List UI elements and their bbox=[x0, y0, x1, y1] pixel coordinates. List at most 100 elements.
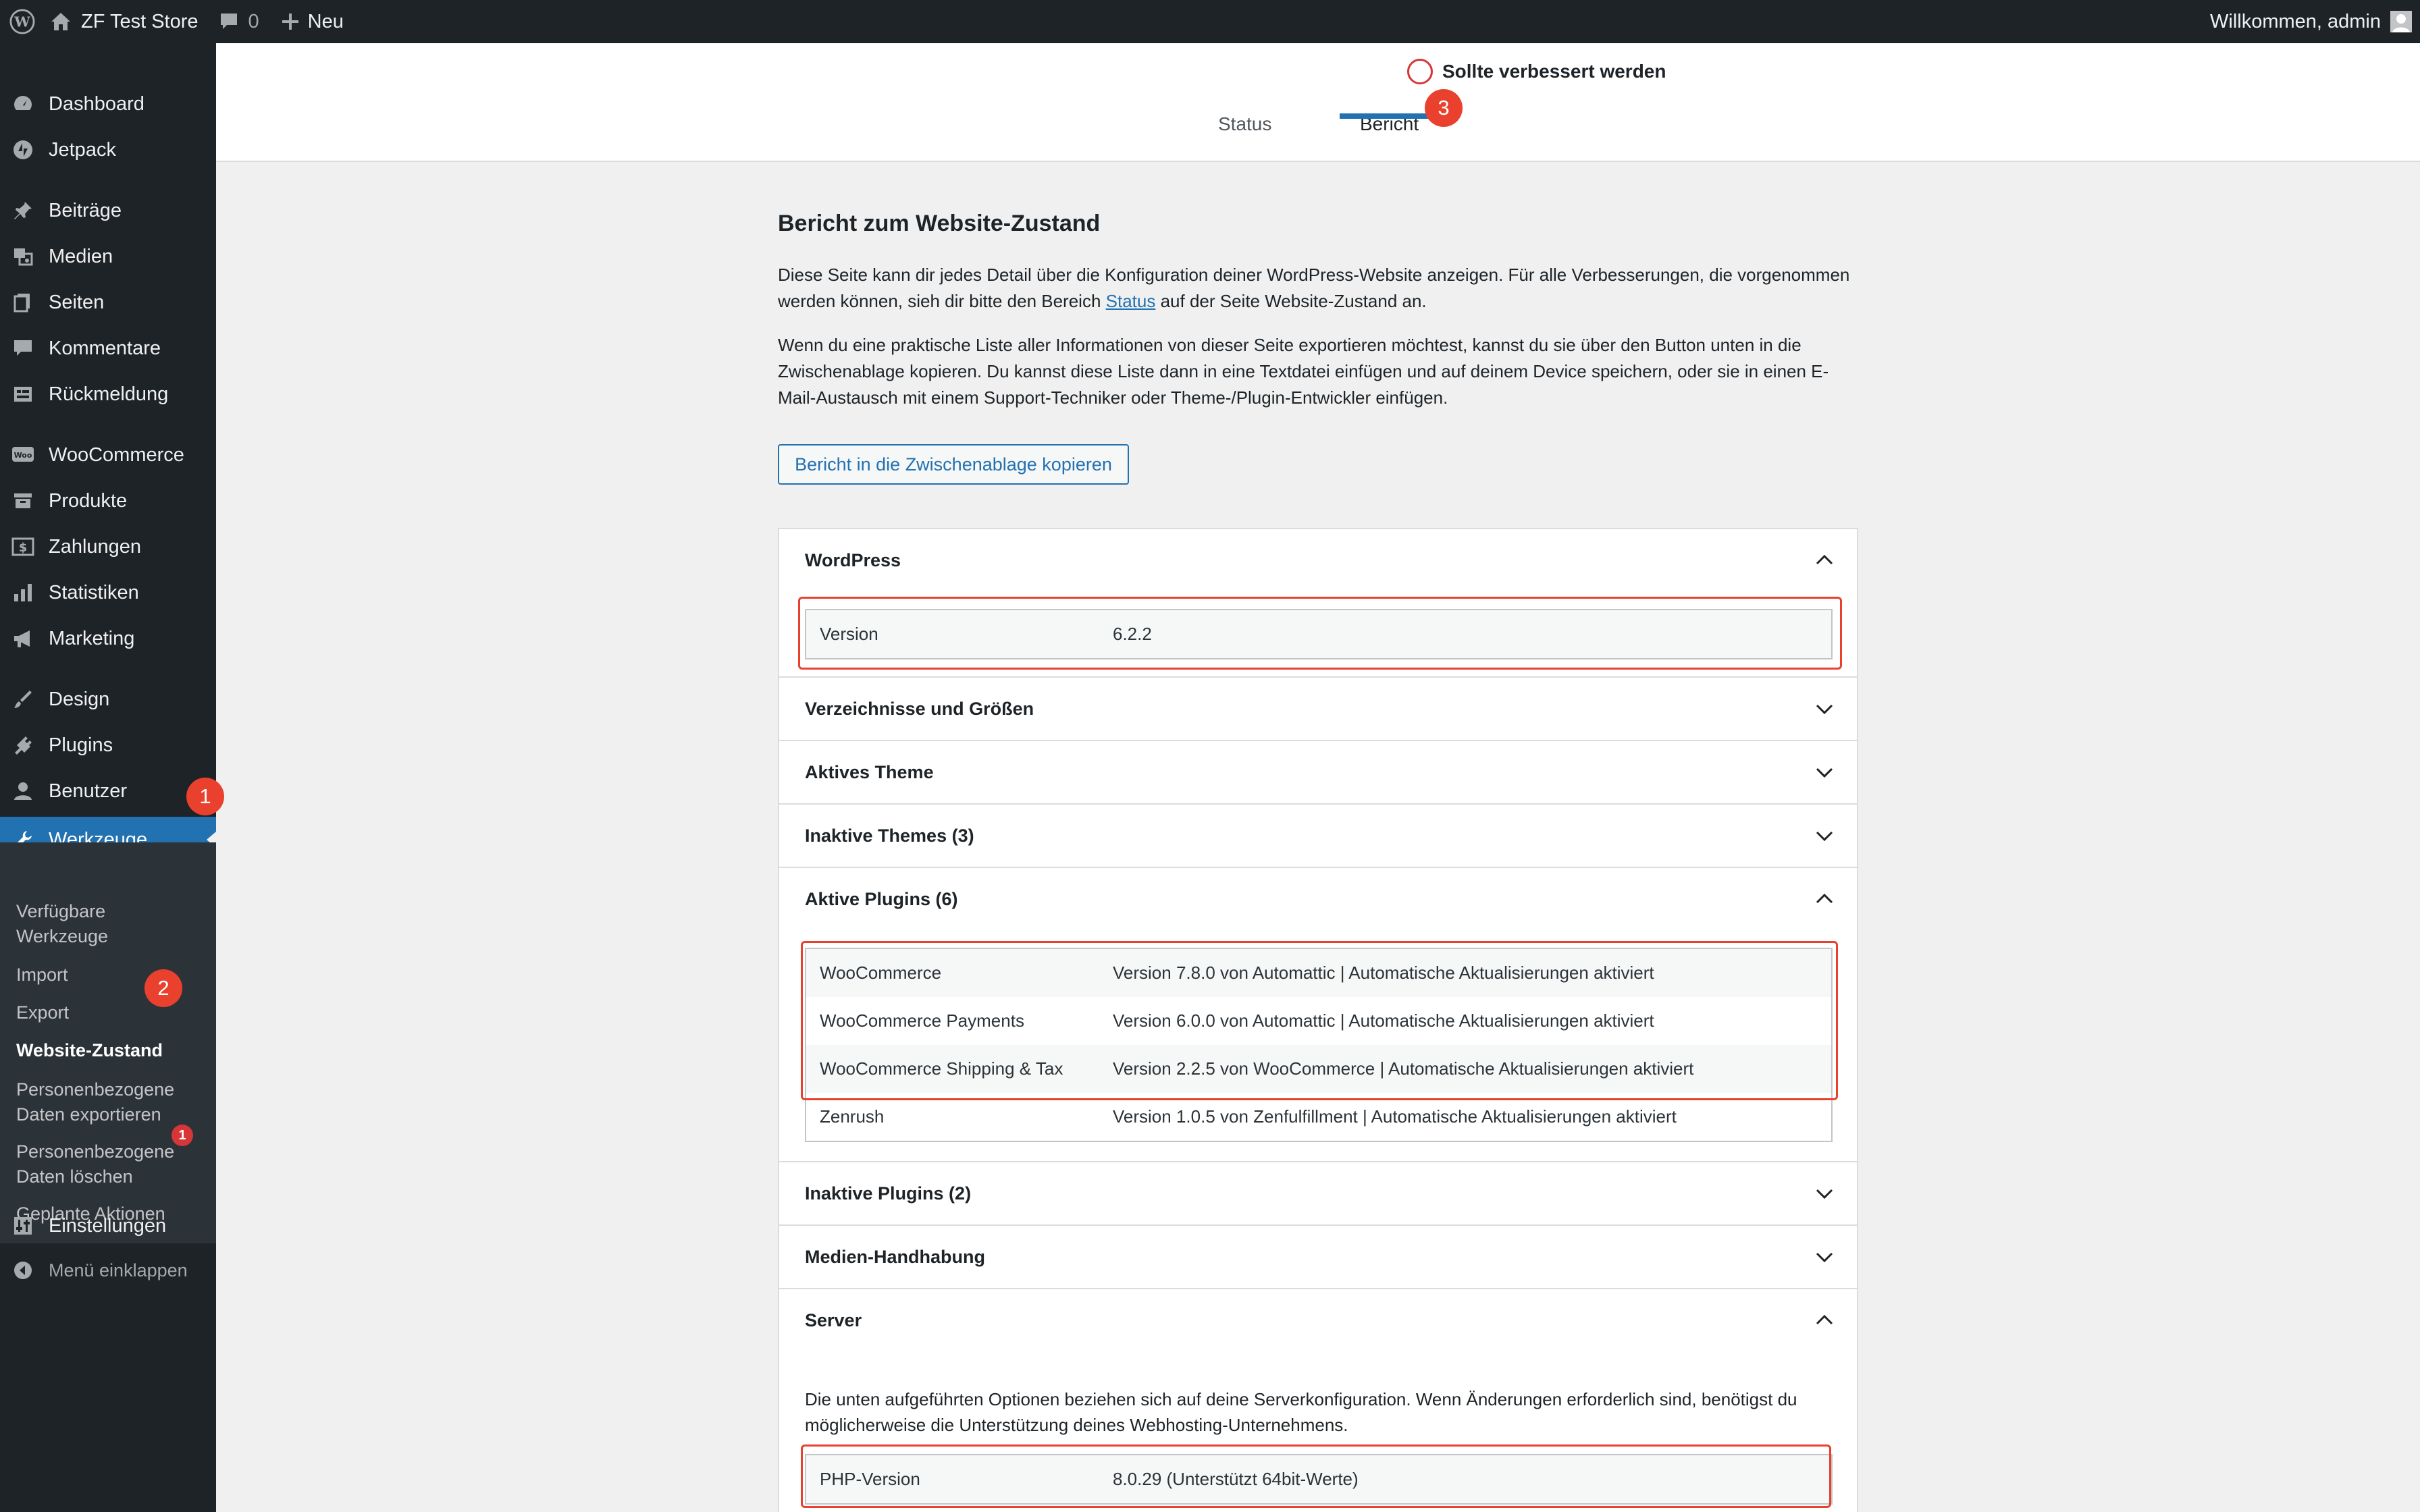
tab-status[interactable]: Status bbox=[1218, 113, 1271, 135]
sidebar-item-label: Plugins bbox=[49, 734, 113, 756]
sidebar-item-label: Marketing bbox=[49, 627, 135, 649]
new-content-link[interactable]: Neu bbox=[273, 0, 357, 43]
user-icon bbox=[11, 779, 35, 803]
sidebar-item-feedback[interactable]: Rückmeldung bbox=[0, 371, 216, 417]
pages-icon bbox=[11, 290, 35, 315]
sidebar-item-label: Kommentare bbox=[49, 337, 161, 359]
section-title: Aktives Theme bbox=[805, 761, 934, 782]
media-icon bbox=[11, 244, 35, 269]
megaphone-icon bbox=[11, 626, 35, 651]
section-inactive-plugins-toggle[interactable]: Inaktive Plugins (2) bbox=[779, 1162, 1857, 1224]
section-title: Medien-Handhabung bbox=[805, 1246, 985, 1267]
sidebar-item-dashboard[interactable]: Dashboard bbox=[0, 81, 216, 127]
section-wordpress-toggle[interactable]: WordPress bbox=[779, 529, 1857, 591]
site-name: ZF Test Store bbox=[81, 10, 199, 32]
section-active-theme-toggle[interactable]: Aktives Theme bbox=[779, 741, 1857, 803]
sidebar-item-label: Rückmeldung bbox=[49, 383, 169, 405]
home-icon bbox=[50, 11, 72, 32]
my-account-link[interactable]: Willkommen, admin bbox=[2197, 0, 2420, 43]
collapse-menu-button[interactable]: Menü einklappen bbox=[0, 1247, 216, 1293]
health-progress-ring-icon bbox=[1407, 59, 1433, 84]
sidebar-item-label: Produkte bbox=[49, 489, 128, 512]
chevron-down-icon bbox=[1816, 1189, 1833, 1199]
section-server-toggle[interactable]: Server bbox=[779, 1289, 1857, 1351]
section-title: Inaktive Themes (3) bbox=[805, 825, 974, 846]
section-media-toggle[interactable]: Medien-Handhabung bbox=[779, 1226, 1857, 1288]
tools-submenu: Verfügbare Werkzeuge Import Export Websi… bbox=[0, 842, 216, 1243]
section-inactive-themes-toggle[interactable]: Inaktive Themes (3) bbox=[779, 805, 1857, 867]
brush-icon bbox=[11, 687, 35, 711]
highlight-php-version bbox=[801, 1444, 1831, 1508]
row-key: Zenrush bbox=[820, 1106, 885, 1127]
sidebar-item-design[interactable]: Design bbox=[0, 676, 216, 722]
server-description: Die unten aufgeführten Optionen beziehen… bbox=[805, 1389, 1797, 1435]
chevron-up-icon bbox=[1816, 893, 1833, 904]
submenu-export[interactable]: Export bbox=[16, 1000, 205, 1025]
health-status-text: Sollte verbessert werden bbox=[1442, 61, 1666, 82]
sidebar-item-payments[interactable]: $ Zahlungen bbox=[0, 524, 216, 570]
sidebar-item-stats[interactable]: Statistiken bbox=[0, 570, 216, 616]
intro-paragraph-1: Diese Seite kann dir jedes Detail über d… bbox=[778, 262, 1858, 315]
sidebar-item-posts[interactable]: Beiträge bbox=[0, 188, 216, 234]
admin-sidebar: Dashboard Jetpack Beiträge Medien Seiten… bbox=[0, 43, 216, 1512]
sidebar-item-users[interactable]: Benutzer bbox=[0, 768, 216, 814]
chevron-up-icon bbox=[1816, 554, 1833, 565]
dashboard-icon bbox=[11, 92, 35, 116]
step-badge-2: 2 bbox=[144, 969, 182, 1007]
sidebar-item-label: Jetpack bbox=[49, 138, 116, 161]
svg-text:Woo: Woo bbox=[14, 451, 32, 460]
sidebar-item-label: Statistiken bbox=[49, 581, 139, 603]
sidebar-item-woocommerce[interactable]: Woo WooCommerce bbox=[0, 432, 216, 478]
sidebar-item-products[interactable]: Produkte bbox=[0, 478, 216, 524]
health-status: Sollte verbessert werden bbox=[1407, 58, 1666, 85]
avatar bbox=[2390, 11, 2412, 32]
wordpress-logo-icon[interactable]: W bbox=[0, 0, 46, 43]
money-icon: $ bbox=[11, 535, 35, 559]
step-badge-1: 1 bbox=[186, 778, 224, 815]
sidebar-item-pages[interactable]: Seiten bbox=[0, 279, 216, 325]
settings-icon bbox=[11, 1214, 35, 1238]
greeting: Willkommen, admin bbox=[2210, 10, 2381, 32]
section-title: Aktive Plugins (6) bbox=[805, 888, 958, 909]
page-title: Bericht zum Website-Zustand bbox=[778, 211, 1101, 236]
submenu-erase-personal-data[interactable]: Personenbezogene Daten löschen bbox=[16, 1139, 205, 1189]
row-value: Version 1.0.5 von Zenfulfillment | Autom… bbox=[1113, 1106, 1677, 1127]
section-title: Verzeichnisse und Größen bbox=[805, 698, 1034, 719]
jetpack-icon bbox=[11, 138, 35, 162]
sidebar-item-label: Benutzer bbox=[49, 780, 128, 802]
sidebar-item-label: Beiträge bbox=[49, 199, 122, 221]
plug-icon bbox=[11, 733, 35, 757]
status-link[interactable]: Status bbox=[1106, 291, 1156, 311]
section-directories-toggle[interactable]: Verzeichnisse und Größen bbox=[779, 678, 1857, 740]
pin-icon bbox=[11, 198, 35, 223]
sidebar-item-settings[interactable]: Einstellungen bbox=[0, 1203, 216, 1249]
new-label: Neu bbox=[307, 10, 344, 32]
sidebar-item-media[interactable]: Medien bbox=[0, 234, 216, 279]
plus-icon bbox=[281, 12, 300, 31]
chevron-down-icon bbox=[1816, 831, 1833, 842]
chevron-down-icon bbox=[1816, 1252, 1833, 1263]
sidebar-item-label: Zahlungen bbox=[49, 535, 142, 558]
submenu-available-tools[interactable]: Verfügbare Werkzeuge bbox=[16, 899, 205, 949]
section-active-plugins-toggle[interactable]: Aktive Plugins (6) bbox=[779, 868, 1857, 930]
woo-icon: Woo bbox=[11, 443, 35, 467]
submenu-export-personal-data[interactable]: Personenbezogene Daten exportieren bbox=[16, 1077, 205, 1127]
sidebar-item-marketing[interactable]: Marketing bbox=[0, 616, 216, 662]
chevron-up-icon bbox=[1816, 1314, 1833, 1325]
highlight-active-plugins bbox=[801, 941, 1838, 1100]
section-title: WordPress bbox=[805, 549, 901, 570]
sidebar-item-plugins[interactable]: Plugins bbox=[0, 722, 216, 768]
intro-paragraph-2: Wenn du eine praktische Liste aller Info… bbox=[778, 335, 1829, 408]
submenu-site-health[interactable]: Website-Zustand bbox=[16, 1038, 205, 1063]
comments-link[interactable]: 0 bbox=[212, 0, 273, 43]
sidebar-item-comments[interactable]: Kommentare bbox=[0, 325, 216, 371]
sidebar-item-jetpack[interactable]: Jetpack bbox=[0, 127, 216, 173]
section-title: Server bbox=[805, 1310, 862, 1330]
site-health-header: Sollte verbessert werden Status Bericht bbox=[216, 43, 2420, 162]
copy-report-button[interactable]: Bericht in die Zwischenablage kopieren bbox=[778, 444, 1129, 485]
chart-icon bbox=[11, 580, 35, 605]
feedback-icon bbox=[11, 382, 35, 406]
intro-text-end: auf der Seite Website-Zustand an. bbox=[1155, 291, 1427, 311]
svg-text:$: $ bbox=[19, 541, 28, 555]
site-name-link[interactable]: ZF Test Store bbox=[46, 0, 212, 43]
